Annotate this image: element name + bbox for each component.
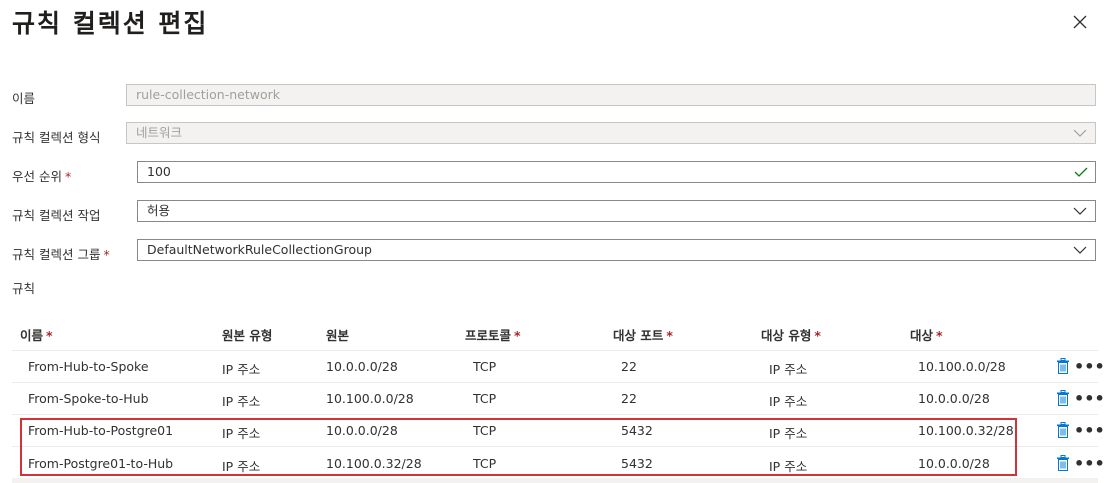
more-icon[interactable]: ••• <box>1074 456 1105 472</box>
chevron-down-icon <box>1073 207 1087 215</box>
col-header-dest-port: 대상 포트 * <box>613 328 673 343</box>
cell-source: 10.100.0.0/28 <box>326 391 414 406</box>
col-header-dest: 대상 * <box>910 328 943 343</box>
close-icon[interactable] <box>1070 12 1090 32</box>
row-divider <box>12 350 1098 351</box>
name-label: 이름 <box>12 91 36 106</box>
col-header-protocol: 프로토콜 * <box>465 328 521 343</box>
cell-source: 10.0.0.0/28 <box>326 359 398 374</box>
row-divider <box>12 414 1098 415</box>
trash-icon[interactable] <box>1057 390 1069 406</box>
action-label: 규칙 컬렉션 작업 <box>12 208 101 223</box>
col-header-source: 원본 <box>326 328 350 343</box>
cell-source-type: IP 주소 <box>222 362 261 377</box>
cell-protocol: TCP <box>473 359 497 374</box>
checkmark-icon <box>1074 167 1088 177</box>
group-label: 규칙 컬렉션 그룹 * <box>12 247 110 262</box>
page-title: 규칙 컬렉션 편집 <box>12 9 209 38</box>
highlight-box <box>20 418 1017 476</box>
col-header-dest-type: 대상 유형 * <box>761 328 821 343</box>
trash-icon[interactable] <box>1057 422 1069 438</box>
group-select[interactable]: DefaultNetworkRuleCollectionGroup <box>137 239 1096 261</box>
priority-input[interactable]: 100 <box>137 161 1096 183</box>
cell-dest-type: IP 주소 <box>769 394 808 409</box>
action-select[interactable]: 허용 <box>137 200 1096 222</box>
row-divider <box>12 382 1098 383</box>
type-select[interactable]: 네트워크 <box>126 122 1096 144</box>
rules-label: 규칙 <box>12 281 36 296</box>
more-icon[interactable]: ••• <box>1074 359 1105 375</box>
col-header-source-type: 원본 유형 <box>222 328 273 343</box>
cell-dest: 10.0.0.0/28 <box>918 391 990 406</box>
cell-name: From-Spoke-to-Hub <box>28 391 149 406</box>
cell-protocol: TCP <box>473 391 497 406</box>
chevron-down-icon <box>1073 129 1087 137</box>
more-icon[interactable]: ••• <box>1074 423 1105 439</box>
trash-icon[interactable] <box>1057 358 1069 374</box>
cell-dest-type: IP 주소 <box>769 362 808 377</box>
col-header-name: 이름 * <box>20 328 53 343</box>
cell-dest: 10.100.0.0/28 <box>918 359 1006 374</box>
trash-icon[interactable] <box>1057 455 1069 471</box>
cell-source-type: IP 주소 <box>222 394 261 409</box>
cell-dest-port: 22 <box>621 359 637 374</box>
type-label: 규칙 컬렉션 형식 <box>12 130 101 145</box>
name-input[interactable]: rule-collection-network <box>126 84 1096 106</box>
horizontal-scrollbar[interactable] <box>12 478 1098 483</box>
cell-dest-port: 22 <box>621 391 637 406</box>
cell-name: From-Hub-to-Spoke <box>28 359 149 374</box>
chevron-down-icon <box>1073 246 1087 254</box>
more-icon[interactable]: ••• <box>1074 391 1105 407</box>
priority-label: 우선 순위 * <box>12 169 72 184</box>
